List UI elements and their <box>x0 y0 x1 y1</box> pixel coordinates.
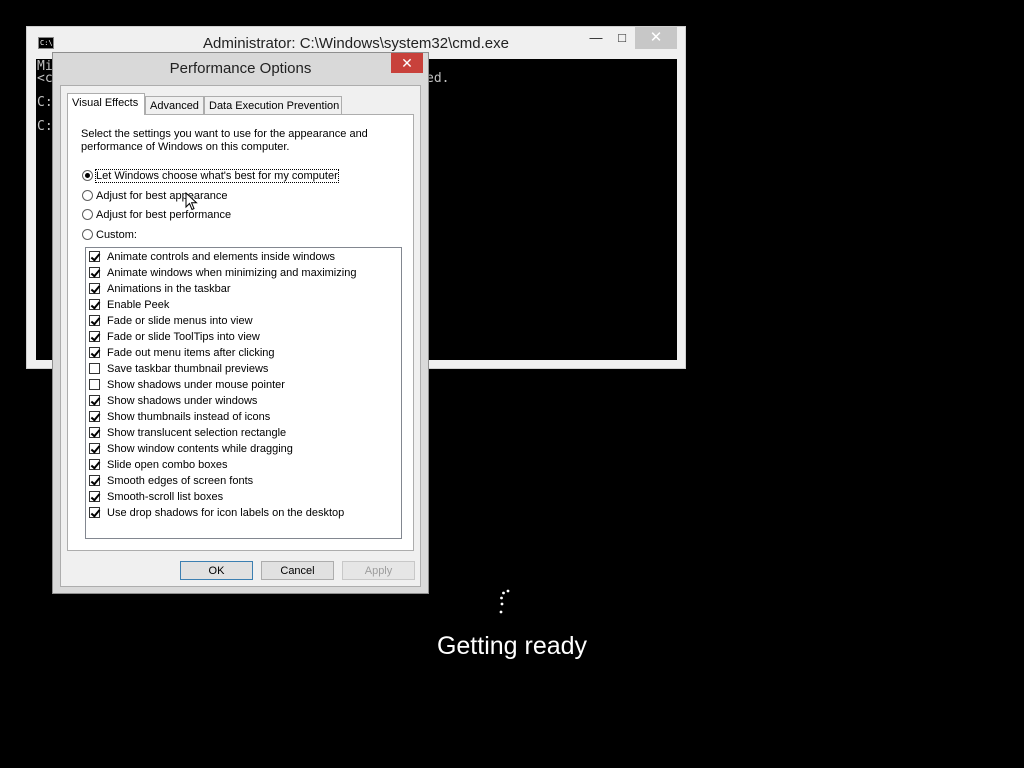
option-label: Show shadows under windows <box>107 395 258 407</box>
option-label: Show window contents while dragging <box>107 443 293 455</box>
option-item[interactable]: Slide open combo boxes <box>89 457 227 473</box>
radio-button-icon <box>82 209 93 220</box>
checkbox-icon[interactable] <box>89 459 100 470</box>
console-line: ed. <box>426 71 450 86</box>
option-label: Slide open combo boxes <box>107 459 228 471</box>
close-icon[interactable]: ✕ <box>635 27 677 49</box>
option-item[interactable]: Show translucent selection rectangle <box>89 425 286 441</box>
option-label: Show translucent selection rectangle <box>107 427 287 439</box>
option-item[interactable]: Smooth-scroll list boxes <box>89 489 223 505</box>
option-item[interactable]: Fade out menu items after clicking <box>89 345 275 361</box>
console-line: C: <box>37 119 53 134</box>
option-label: Animations in the taskbar <box>107 283 231 295</box>
option-item[interactable]: Fade or slide ToolTips into view <box>89 329 260 345</box>
radio-label: Custom: <box>96 229 137 241</box>
option-item[interactable]: Show window contents while dragging <box>89 441 293 457</box>
option-label: Show shadows under mouse pointer <box>107 379 285 391</box>
option-item[interactable]: Smooth edges of screen fonts <box>89 473 253 489</box>
option-label: Animate windows when minimizing and maxi… <box>107 267 357 279</box>
option-label: Animate controls and elements inside win… <box>107 251 336 263</box>
radio-label: Adjust for best appearance <box>96 190 228 202</box>
tab-visual-effects[interactable]: Visual Effects <box>67 93 145 115</box>
radio-label: Adjust for best performance <box>96 209 232 221</box>
close-icon[interactable]: ✕ <box>391 53 423 73</box>
option-label: Use drop shadows for icon labels on the … <box>107 507 345 519</box>
checkbox-icon[interactable] <box>89 411 100 422</box>
checkbox-icon[interactable] <box>89 363 100 374</box>
option-item[interactable]: Fade or slide menus into view <box>89 313 253 329</box>
option-item[interactable]: Animate windows when minimizing and maxi… <box>89 265 356 281</box>
radio-button-icon <box>82 190 93 201</box>
console-line: <c <box>37 71 53 86</box>
checkbox-icon[interactable] <box>89 427 100 438</box>
tab-data-execution-prevention[interactable]: Data Execution Prevention <box>204 96 342 114</box>
option-item[interactable]: Show shadows under mouse pointer <box>89 377 285 393</box>
option-label: Save taskbar thumbnail previews <box>107 363 269 375</box>
radio-let-windows-choose[interactable]: Let Windows choose what's best for my co… <box>82 168 339 184</box>
option-label: Fade out menu items after clicking <box>107 347 275 359</box>
loading-spinner-icon <box>499 589 510 614</box>
option-label: Show thumbnails instead of icons <box>107 411 271 423</box>
console-line: C: <box>37 95 53 110</box>
checkbox-icon[interactable] <box>89 347 100 358</box>
radio-best-performance[interactable]: Adjust for best performance <box>82 207 231 223</box>
checkbox-icon[interactable] <box>89 395 100 406</box>
option-item[interactable]: Animate controls and elements inside win… <box>89 249 335 265</box>
checkbox-icon[interactable] <box>89 491 100 502</box>
radio-label: Let Windows choose what's best for my co… <box>95 169 339 183</box>
minimize-icon[interactable]: — <box>583 27 609 49</box>
visual-effects-panel: Select the settings you want to use for … <box>67 114 414 551</box>
option-item[interactable]: Show shadows under windows <box>89 393 257 409</box>
checkbox-icon[interactable] <box>89 443 100 454</box>
visual-effects-list[interactable]: Animate controls and elements inside win… <box>85 247 402 539</box>
checkbox-icon[interactable] <box>89 267 100 278</box>
option-label: Fade or slide menus into view <box>107 315 253 327</box>
performance-options-dialog[interactable]: Performance Options ✕ Visual Effects Adv… <box>52 52 429 594</box>
dialog-title: Performance Options <box>169 60 312 77</box>
option-label: Enable Peek <box>107 299 170 311</box>
cancel-button[interactable]: Cancel <box>261 561 334 580</box>
option-item[interactable]: Enable Peek <box>89 297 169 313</box>
dialog-body: Visual Effects Advanced Data Execution P… <box>60 85 421 587</box>
radio-button-icon <box>82 170 93 181</box>
radio-button-icon <box>82 229 93 240</box>
ok-button[interactable]: OK <box>180 561 253 580</box>
option-item[interactable]: Use drop shadows for icon labels on the … <box>89 505 344 521</box>
checkbox-icon[interactable] <box>89 251 100 262</box>
radio-best-appearance[interactable]: Adjust for best appearance <box>82 188 227 204</box>
option-label: Fade or slide ToolTips into view <box>107 331 260 343</box>
description-text: Select the settings you want to use for … <box>81 128 368 153</box>
option-item[interactable]: Animations in the taskbar <box>89 281 231 297</box>
tab-advanced[interactable]: Advanced <box>145 96 204 114</box>
checkbox-icon[interactable] <box>89 299 100 310</box>
checkbox-icon[interactable] <box>89 475 100 486</box>
radio-custom[interactable]: Custom: <box>82 227 137 243</box>
checkbox-icon[interactable] <box>89 283 100 294</box>
mouse-pointer-icon <box>185 192 198 211</box>
getting-ready-text: Getting ready <box>436 632 588 660</box>
checkbox-icon[interactable] <box>89 315 100 326</box>
option-item[interactable]: Save taskbar thumbnail previews <box>89 361 268 377</box>
option-item[interactable]: Show thumbnails instead of icons <box>89 409 270 425</box>
checkbox-icon[interactable] <box>89 379 100 390</box>
maximize-icon[interactable]: □ <box>609 27 635 49</box>
option-label: Smooth-scroll list boxes <box>107 491 224 503</box>
option-label: Smooth edges of screen fonts <box>107 475 254 487</box>
checkbox-icon[interactable] <box>89 507 100 518</box>
apply-button[interactable]: Apply <box>342 561 415 580</box>
checkbox-icon[interactable] <box>89 331 100 342</box>
